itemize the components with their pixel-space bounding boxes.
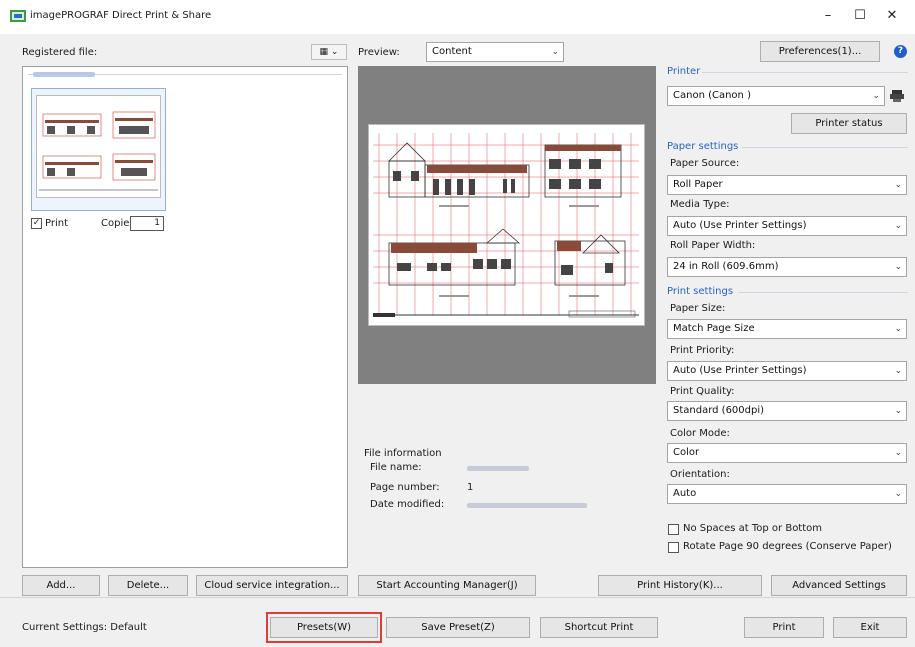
cloud-integration-button[interactable]: Cloud service integration... (196, 575, 348, 596)
print-quality-select[interactable]: Standard (600dpi) ⌄ (667, 401, 907, 421)
chevron-down-icon: ⌄ (894, 448, 902, 458)
current-settings-label: Current Settings: Default (22, 622, 147, 633)
roll-width-select[interactable]: 24 in Roll (609.6mm) ⌄ (667, 257, 907, 277)
no-spaces-checkbox[interactable] (668, 524, 679, 535)
page-number-label: Page number: (370, 482, 440, 493)
window-title: imagePROGRAF Direct Print & Share (30, 10, 212, 21)
printer-icon[interactable] (889, 88, 905, 104)
printer-name: Canon (Canon ) (673, 90, 751, 101)
media-type-label: Media Type: (670, 199, 730, 210)
media-type-value: Auto (Use Printer Settings) (673, 220, 807, 231)
copies-input[interactable]: 1 (130, 216, 164, 231)
paper-size-select[interactable]: Match Page Size ⌄ (667, 319, 907, 339)
shortcut-print-button[interactable]: Shortcut Print (540, 617, 658, 638)
page-number-value: 1 (467, 482, 474, 493)
chevron-down-icon: ⌄ (894, 180, 902, 190)
chevron-down-icon: ⌄ (894, 324, 902, 334)
delete-button[interactable]: Delete... (108, 575, 188, 596)
color-mode-value: Color (673, 447, 700, 458)
print-button[interactable]: Print (744, 617, 824, 638)
registered-file-label: Registered file: (22, 47, 98, 58)
preferences-button[interactable]: Preferences(1)... (760, 41, 880, 62)
roll-width-label: Roll Paper Width: (670, 240, 756, 251)
preview-mode-value: Content (432, 46, 472, 57)
file-information-title: File information (364, 448, 442, 459)
print-priority-value: Auto (Use Printer Settings) (673, 365, 807, 376)
paper-settings-line (742, 147, 908, 148)
preview-label: Preview: (358, 47, 400, 58)
advanced-settings-button[interactable]: Advanced Settings (771, 575, 907, 596)
chevron-down-icon: ⌄ (894, 262, 902, 272)
paper-settings-title: Paper settings (667, 141, 739, 152)
paper-source-select[interactable]: Roll Paper ⌄ (667, 175, 907, 195)
chevron-down-icon: ⌄ (894, 406, 902, 416)
help-icon[interactable]: ? (894, 45, 907, 58)
exit-button[interactable]: Exit (833, 617, 907, 638)
paper-source-value: Roll Paper (673, 179, 723, 190)
maximize-button[interactable]: ☐ (850, 8, 870, 23)
print-priority-select[interactable]: Auto (Use Printer Settings) ⌄ (667, 361, 907, 381)
print-settings-title: Print settings (667, 286, 734, 297)
footer-divider (0, 597, 915, 598)
date-modified-label: Date modified: (370, 499, 445, 510)
print-priority-label: Print Priority: (670, 345, 735, 356)
add-button[interactable]: Add... (22, 575, 100, 596)
file-thumbnail[interactable] (36, 95, 161, 198)
file-name-label: File name: (370, 462, 422, 473)
preview-page (368, 124, 645, 326)
blurred-date-value (467, 503, 587, 508)
paper-size-value: Match Page Size (673, 323, 755, 334)
printer-select[interactable]: Canon (Canon ) ⌄ (667, 86, 885, 106)
orientation-value: Auto (673, 488, 697, 499)
print-history-button[interactable]: Print History(K)... (598, 575, 762, 596)
paper-source-label: Paper Source: (670, 158, 740, 169)
presets-highlight-box (266, 612, 382, 643)
print-checkbox[interactable]: ✓ (31, 218, 42, 229)
chevron-down-icon: ⌄ (872, 91, 880, 101)
print-checkbox-label: Print (45, 218, 69, 229)
color-mode-select[interactable]: Color ⌄ (667, 443, 907, 463)
rotate-page-checkbox[interactable] (668, 542, 679, 553)
chevron-down-icon: ⌄ (894, 366, 902, 376)
minimize-button[interactable]: – (818, 8, 838, 23)
color-mode-label: Color Mode: (670, 428, 730, 439)
printer-status-button[interactable]: Printer status (791, 113, 907, 134)
blurred-file-name (33, 72, 95, 77)
print-quality-value: Standard (600dpi) (673, 405, 765, 416)
save-preset-button[interactable]: Save Preset(Z) (386, 617, 530, 638)
chevron-down-icon: ⌄ (551, 47, 559, 57)
chevron-down-icon: ⌄ (894, 489, 902, 499)
media-type-select[interactable]: Auto (Use Printer Settings) ⌄ (667, 216, 907, 236)
printer-section-title: Printer (667, 66, 701, 77)
orientation-select[interactable]: Auto ⌄ (667, 484, 907, 504)
blurred-file-name-value (467, 466, 529, 471)
paper-size-label: Paper Size: (670, 303, 726, 314)
print-quality-label: Print Quality: (670, 386, 735, 397)
accounting-manager-button[interactable]: Start Accounting Manager(J) (358, 575, 536, 596)
orientation-label: Orientation: (670, 469, 730, 480)
view-mode-dropdown[interactable]: ▦ ⌄ (311, 44, 347, 60)
close-button[interactable]: ✕ (882, 8, 902, 23)
chevron-down-icon: ⌄ (894, 221, 902, 231)
app-icon (10, 9, 26, 23)
printer-section-line (702, 72, 908, 73)
roll-width-value: 24 in Roll (609.6mm) (673, 261, 779, 272)
print-settings-line (738, 292, 908, 293)
preview-mode-select[interactable]: Content ⌄ (426, 42, 564, 62)
no-spaces-label: No Spaces at Top or Bottom (683, 523, 823, 534)
rotate-page-label: Rotate Page 90 degrees (Conserve Paper) (683, 541, 892, 552)
